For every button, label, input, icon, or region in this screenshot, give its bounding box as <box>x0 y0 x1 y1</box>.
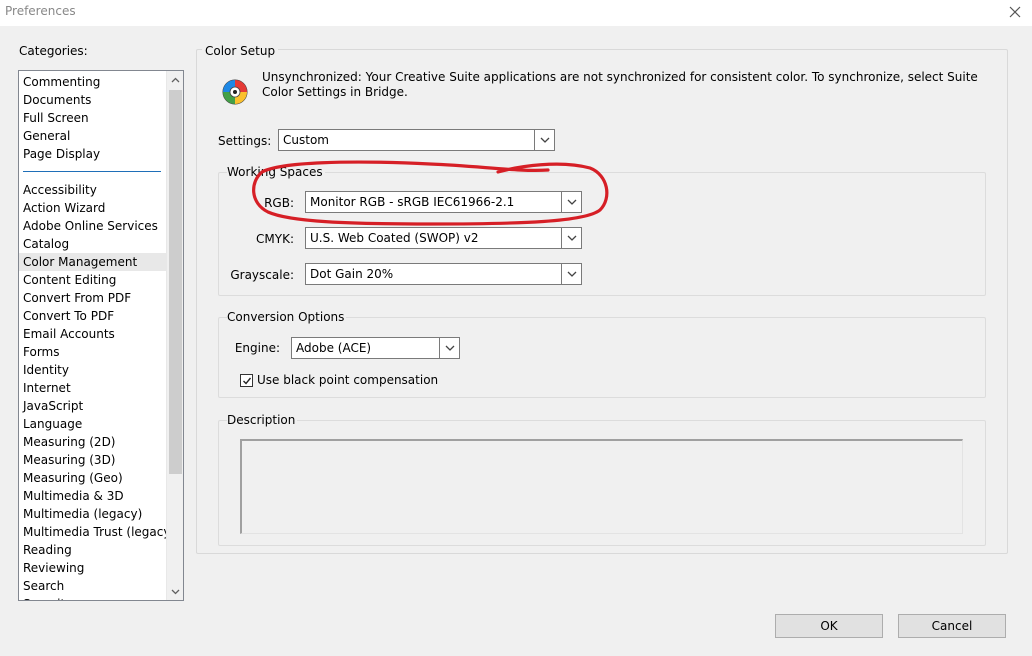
description-box <box>240 439 963 534</box>
category-item[interactable]: Identity <box>19 361 167 379</box>
close-button[interactable] <box>998 0 1032 24</box>
categories-scrollbar[interactable] <box>166 71 183 600</box>
category-item[interactable]: Email Accounts <box>19 325 167 343</box>
chevron-up-icon <box>171 77 180 82</box>
categories-list[interactable]: Commenting Documents Full Screen General Pag… <box>18 70 184 601</box>
category-item[interactable]: Measuring (2D) <box>19 433 167 451</box>
sync-message: Unsynchronized: Your Creative Suite appl… <box>262 70 978 99</box>
black-point-compensation-label[interactable]: Use black point compensation <box>257 373 438 387</box>
chevron-down-icon <box>445 345 454 351</box>
category-item[interactable]: Search <box>19 577 167 595</box>
rgb-dropdown-arrow[interactable] <box>561 192 581 212</box>
rgb-label: RGB: <box>264 196 294 210</box>
category-item[interactable]: Security <box>19 595 167 600</box>
cmyk-value: U.S. Web Coated (SWOP) v2 <box>310 231 479 245</box>
engine-select[interactable]: Adobe (ACE) <box>291 337 460 359</box>
checkmark-icon <box>242 377 251 385</box>
category-item[interactable]: JavaScript <box>19 397 167 415</box>
category-item[interactable]: Reading <box>19 541 167 559</box>
category-item[interactable]: Reviewing <box>19 559 167 577</box>
categories-items: Commenting Documents Full Screen General Pag… <box>19 73 175 600</box>
color-wheel-icon <box>222 79 248 105</box>
preferences-window: Preferences Categories: Commenting Docume… <box>0 0 1032 656</box>
engine-value: Adobe (ACE) <box>296 341 372 355</box>
chevron-down-icon <box>567 271 576 277</box>
chevron-down-icon <box>567 235 576 241</box>
category-item[interactable]: Commenting <box>19 73 167 91</box>
category-item[interactable]: Page Display <box>19 145 167 163</box>
scroll-thumb[interactable] <box>169 90 182 474</box>
category-item[interactable]: Full Screen <box>19 109 167 127</box>
cancel-button[interactable]: Cancel <box>898 614 1006 638</box>
category-item[interactable]: Action Wizard <box>19 199 167 217</box>
category-item[interactable]: Convert To PDF <box>19 307 167 325</box>
category-item[interactable]: Forms <box>19 343 167 361</box>
cmyk-label: CMYK: <box>256 232 294 246</box>
settings-label: Settings: <box>218 134 272 148</box>
categories-label: Categories: <box>19 44 88 58</box>
category-item[interactable]: General <box>19 127 167 145</box>
window-title: Preferences <box>5 4 76 18</box>
category-item[interactable]: Content Editing <box>19 271 167 289</box>
settings-value: Custom <box>283 133 329 147</box>
working-spaces-title: Working Spaces <box>227 165 325 179</box>
chevron-down-icon <box>540 137 549 143</box>
rgb-select[interactable]: Monitor RGB - sRGB IEC61966-2.1 <box>305 191 582 213</box>
settings-select[interactable]: Custom <box>278 129 555 151</box>
color-setup-title: Color Setup <box>202 44 279 58</box>
description-title: Description <box>227 413 298 427</box>
category-item[interactable]: Internet <box>19 379 167 397</box>
black-point-compensation-checkbox[interactable] <box>240 374 253 387</box>
grayscale-label: Grayscale: <box>230 268 294 282</box>
category-item[interactable]: Measuring (Geo) <box>19 469 167 487</box>
cmyk-dropdown-arrow[interactable] <box>561 228 581 248</box>
rgb-value: Monitor RGB - sRGB IEC61966-2.1 <box>310 195 515 209</box>
category-item[interactable]: Multimedia Trust (legacy) <box>19 523 175 541</box>
conversion-options-title: Conversion Options <box>227 310 347 324</box>
category-item[interactable]: Multimedia & 3D <box>19 487 167 505</box>
category-separator <box>19 163 167 181</box>
category-item[interactable]: Accessibility <box>19 181 167 199</box>
close-icon <box>1009 6 1021 18</box>
category-item[interactable]: Adobe Online Services <box>19 217 167 235</box>
grayscale-dropdown-arrow[interactable] <box>561 264 581 284</box>
chevron-down-icon <box>567 199 576 205</box>
scroll-down-button[interactable] <box>167 583 183 600</box>
category-item[interactable]: Language <box>19 415 167 433</box>
cmyk-select[interactable]: U.S. Web Coated (SWOP) v2 <box>305 227 582 249</box>
engine-dropdown-arrow[interactable] <box>439 338 459 358</box>
chevron-down-icon <box>171 589 180 594</box>
ok-button[interactable]: OK <box>775 614 883 638</box>
grayscale-value: Dot Gain 20% <box>310 267 394 281</box>
scroll-up-button[interactable] <box>167 71 183 88</box>
category-item[interactable]: Measuring (3D) <box>19 451 167 469</box>
category-item[interactable]: Multimedia (legacy) <box>19 505 167 523</box>
engine-label: Engine: <box>234 341 280 355</box>
category-item[interactable]: Documents <box>19 91 167 109</box>
title-bar: Preferences <box>0 0 1032 26</box>
settings-dropdown-arrow[interactable] <box>534 130 554 150</box>
category-item[interactable]: Catalog <box>19 235 167 253</box>
grayscale-select[interactable]: Dot Gain 20% <box>305 263 582 285</box>
category-item[interactable]: Color Management <box>19 253 167 271</box>
category-item[interactable]: Convert From PDF <box>19 289 167 307</box>
